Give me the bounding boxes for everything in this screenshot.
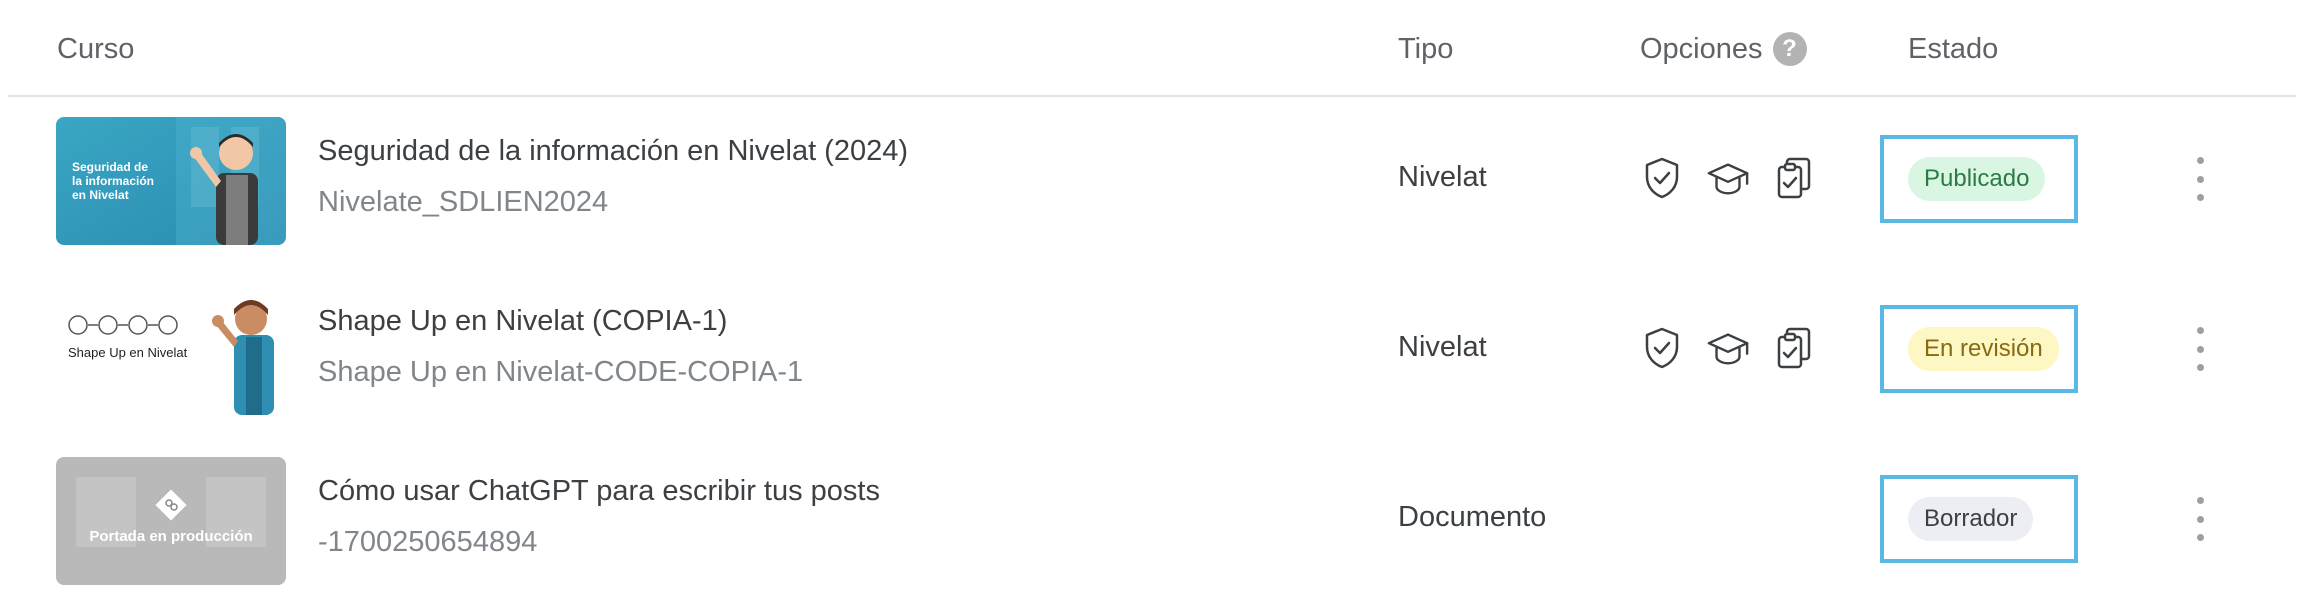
more-options-icon[interactable] bbox=[2188, 497, 2212, 541]
course-type: Nivelat bbox=[1398, 331, 1487, 363]
course-code: Nivelate_SDLIEN2024 bbox=[318, 186, 609, 218]
clipboard-check-icon[interactable] bbox=[1772, 326, 1816, 370]
course-type: Documento bbox=[1398, 501, 1547, 533]
svg-text:en Nivelat: en Nivelat bbox=[72, 188, 129, 202]
status-badge[interactable]: En revisión bbox=[1908, 327, 2059, 371]
course-type: Nivelat bbox=[1398, 161, 1487, 193]
course-thumbnail[interactable]: Portada en producción bbox=[56, 457, 286, 585]
graduation-cap-icon[interactable] bbox=[1706, 326, 1750, 370]
header-options: Opciones ? bbox=[1640, 28, 1807, 70]
svg-text:la información: la información bbox=[72, 174, 154, 188]
course-title[interactable]: Cómo usar ChatGPT para escribir tus post… bbox=[318, 475, 880, 508]
more-options-icon[interactable] bbox=[2188, 327, 2212, 371]
header-options-label: Opciones bbox=[1640, 33, 1763, 65]
kebab-dot bbox=[2196, 515, 2204, 523]
status-badge[interactable]: Borrador bbox=[1908, 497, 2034, 541]
header-type[interactable]: Tipo bbox=[1398, 28, 1453, 70]
more-options-icon[interactable] bbox=[2188, 157, 2212, 201]
table-header: Curso Tipo Opciones ? Estado bbox=[0, 0, 2304, 97]
kebab-dot bbox=[2196, 364, 2204, 371]
kebab-dot bbox=[2196, 194, 2204, 201]
kebab-dot bbox=[2196, 327, 2204, 334]
course-thumbnail[interactable]: Shape Up en Nivelat bbox=[56, 287, 286, 415]
kebab-dot bbox=[2196, 175, 2204, 183]
course-code: Shape Up en Nivelat-CODE-COPIA-1 bbox=[318, 356, 804, 388]
help-icon[interactable]: ? bbox=[1772, 32, 1807, 66]
status-badge[interactable]: Publicado bbox=[1908, 157, 2046, 201]
header-course[interactable]: Curso bbox=[57, 28, 134, 70]
shield-check-icon[interactable] bbox=[1640, 156, 1684, 200]
course-table: Curso Tipo Opciones ? Estado Seguridad d… bbox=[0, 0, 2304, 602]
header-status[interactable]: Estado bbox=[1908, 28, 1998, 70]
table-row[interactable]: Portada en producción Cómo usar ChatGPT … bbox=[0, 437, 2304, 602]
course-title[interactable]: Shape Up en Nivelat (COPIA-1) bbox=[318, 305, 727, 338]
shield-check-icon[interactable] bbox=[1640, 326, 1684, 370]
table-row[interactable]: Seguridad de la información en Nivelat S… bbox=[0, 97, 2304, 267]
course-options bbox=[1640, 156, 1816, 200]
table-row[interactable]: Shape Up en Nivelat Shape Up en Nivelat … bbox=[0, 267, 2304, 437]
svg-text:Seguridad de: Seguridad de bbox=[72, 160, 148, 174]
kebab-dot bbox=[2196, 497, 2204, 504]
status-highlight: Borrador bbox=[1880, 475, 2078, 563]
graduation-cap-icon[interactable] bbox=[1706, 156, 1750, 200]
status-highlight: En revisión bbox=[1880, 305, 2078, 393]
status-highlight: Publicado bbox=[1880, 135, 2078, 223]
svg-text:Shape Up en Nivelat: Shape Up en Nivelat bbox=[68, 345, 188, 360]
course-thumbnail[interactable]: Seguridad de la información en Nivelat bbox=[56, 117, 286, 245]
course-options bbox=[1640, 326, 1816, 370]
course-code: -1700250654894 bbox=[318, 526, 538, 558]
course-title[interactable]: Seguridad de la información en Nivelat (… bbox=[318, 135, 908, 168]
clipboard-check-icon[interactable] bbox=[1772, 156, 1816, 200]
kebab-dot bbox=[2196, 157, 2204, 164]
svg-text:Portada en producción: Portada en producción bbox=[89, 528, 252, 545]
kebab-dot bbox=[2196, 534, 2204, 541]
kebab-dot bbox=[2196, 345, 2204, 353]
